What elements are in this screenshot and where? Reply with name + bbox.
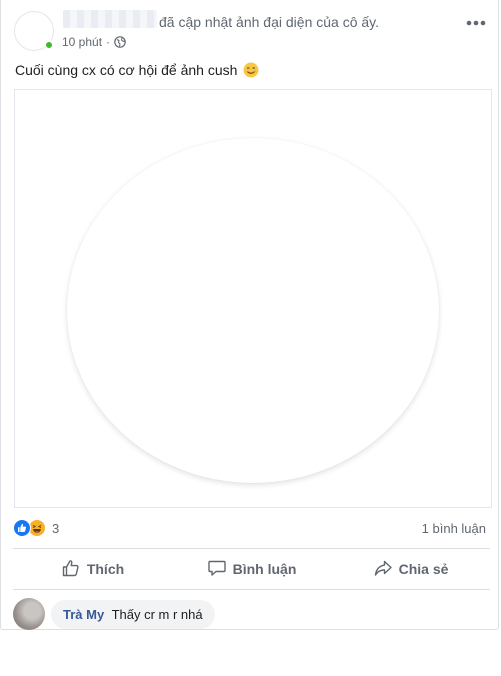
reaction-summary[interactable]: 3 bbox=[13, 519, 59, 537]
comment-text: Thấy cr m r nhá bbox=[111, 606, 203, 622]
stats-divider bbox=[13, 548, 490, 549]
online-status-dot bbox=[44, 40, 54, 50]
share-button[interactable]: Chia sẻ bbox=[331, 550, 490, 588]
profile-photo-circle bbox=[67, 138, 439, 483]
comment-button-label: Bình luận bbox=[232, 561, 297, 577]
globe-icon[interactable] bbox=[114, 36, 126, 48]
post-meta: 10 phút · bbox=[62, 35, 126, 49]
post-caption-text: Cuối cùng cx có cơ hội để ảnh cush bbox=[15, 62, 238, 78]
like-button[interactable]: Thích bbox=[13, 550, 172, 588]
post-timestamp[interactable]: 10 phút bbox=[62, 35, 102, 49]
post-action-text: đã cập nhật ảnh đại diện của cô ấy. bbox=[159, 14, 380, 30]
actions-divider bbox=[13, 589, 490, 590]
share-arrow-icon bbox=[373, 558, 393, 581]
comment-button[interactable]: Bình luận bbox=[172, 550, 331, 588]
profile-photo-frame[interactable] bbox=[14, 89, 492, 508]
comment-item: Trà My Thấy cr m r nhá bbox=[13, 598, 215, 630]
meta-separator: · bbox=[106, 35, 111, 49]
post-card: đã cập nhật ảnh đại diện của cô ấy. 10 p… bbox=[0, 0, 499, 630]
smiling-face-emoji-icon bbox=[243, 62, 259, 78]
post-caption: Cuối cùng cx có cơ hội để ảnh cush bbox=[15, 62, 259, 78]
like-reaction-icon bbox=[13, 519, 31, 537]
comment-bubble: Trà My Thấy cr m r nhá bbox=[51, 599, 215, 629]
comment-bubble-icon bbox=[207, 558, 227, 581]
reaction-count: 3 bbox=[52, 520, 60, 536]
commenter-avatar[interactable] bbox=[13, 598, 45, 630]
comment-author-link[interactable]: Trà My bbox=[63, 607, 104, 622]
post-action-bar: Thích Bình luận Chia sẻ bbox=[13, 550, 490, 588]
comment-count-link[interactable]: 1 bình luận bbox=[422, 521, 486, 536]
poster-name-redacted[interactable] bbox=[63, 10, 157, 28]
share-button-label: Chia sẻ bbox=[398, 561, 449, 577]
thumbs-up-icon bbox=[61, 558, 81, 581]
more-options-icon[interactable] bbox=[466, 14, 486, 26]
like-button-label: Thích bbox=[86, 561, 125, 577]
